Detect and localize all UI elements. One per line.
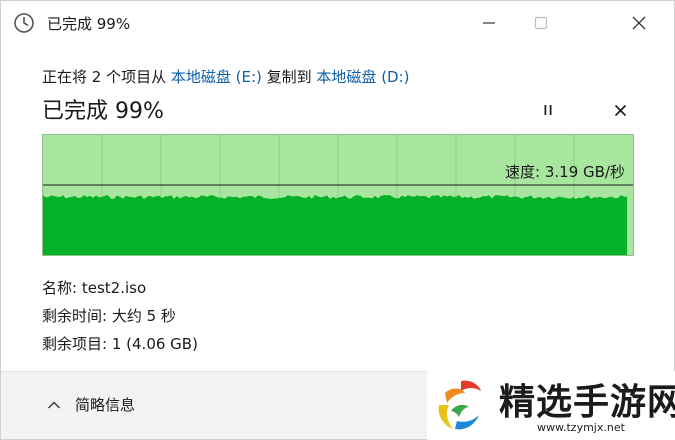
detail-time-value: 大约 5 秒 — [111, 307, 176, 325]
watermark-url: www.tzymjx.net — [537, 421, 625, 434]
detail-items-label: 剩余项目: — [42, 335, 108, 353]
detail-name-row: 名称: test2.iso — [42, 274, 198, 302]
watermark-logo: 精选手游网 www.tzymjx.net — [427, 371, 675, 440]
transfer-middle: 复制到 — [261, 68, 317, 86]
detail-time-label: 剩余时间: — [42, 307, 108, 325]
detail-name-label: 名称: — [42, 279, 78, 297]
detail-time-row: 剩余时间: 大约 5 秒 — [42, 302, 198, 330]
clock-icon — [13, 12, 35, 34]
cancel-icon — [614, 104, 626, 116]
fewer-details-label: 简略信息 — [75, 396, 136, 414]
close-icon — [632, 16, 646, 30]
transfer-prefix: 正在将 2 个项目从 — [42, 68, 171, 86]
source-link[interactable]: 本地磁盘 (E:) — [171, 68, 262, 86]
chevron-up-icon — [48, 401, 60, 408]
fewer-details-button[interactable]: 简略信息 — [47, 394, 135, 415]
title-bar[interactable]: 已完成 99% — [1, 1, 674, 45]
watermark-brand: 精选手游网 — [499, 382, 675, 423]
maximize-button — [515, 1, 567, 45]
detail-items-row: 剩余项目: 1 (4.06 GB) — [42, 330, 198, 358]
detail-items-value: 1 (4.06 GB) — [111, 335, 198, 353]
pause-button[interactable] — [535, 99, 561, 121]
pause-icon — [544, 105, 552, 115]
minimize-button[interactable] — [463, 1, 515, 45]
brand-logo-icon — [438, 380, 481, 430]
destination-link[interactable]: 本地磁盘 (D:) — [316, 68, 409, 86]
transfer-details: 名称: test2.iso 剩余时间: 大约 5 秒 剩余项目: 1 (4.06… — [42, 274, 198, 358]
speed-graph-svg — [43, 135, 633, 255]
cancel-button[interactable] — [607, 99, 633, 121]
detail-name-value: test2.iso — [81, 279, 147, 297]
copy-progress-window: 已完成 99% 正在将 2 个项目从 本地磁盘 (E:) 复制到 本地磁盘 (D… — [0, 0, 675, 440]
speed-graph: 速度: 3.19 GB/秒 — [42, 134, 634, 256]
close-button[interactable] — [613, 1, 665, 45]
progress-status: 已完成 99% — [42, 99, 164, 124]
speed-label: 速度: 3.19 GB/秒 — [505, 163, 625, 181]
maximize-icon — [534, 16, 548, 30]
minimize-icon — [483, 22, 495, 24]
transfer-description: 正在将 2 个项目从 本地磁盘 (E:) 复制到 本地磁盘 (D:) — [42, 66, 410, 87]
window-title: 已完成 99% — [47, 15, 131, 33]
